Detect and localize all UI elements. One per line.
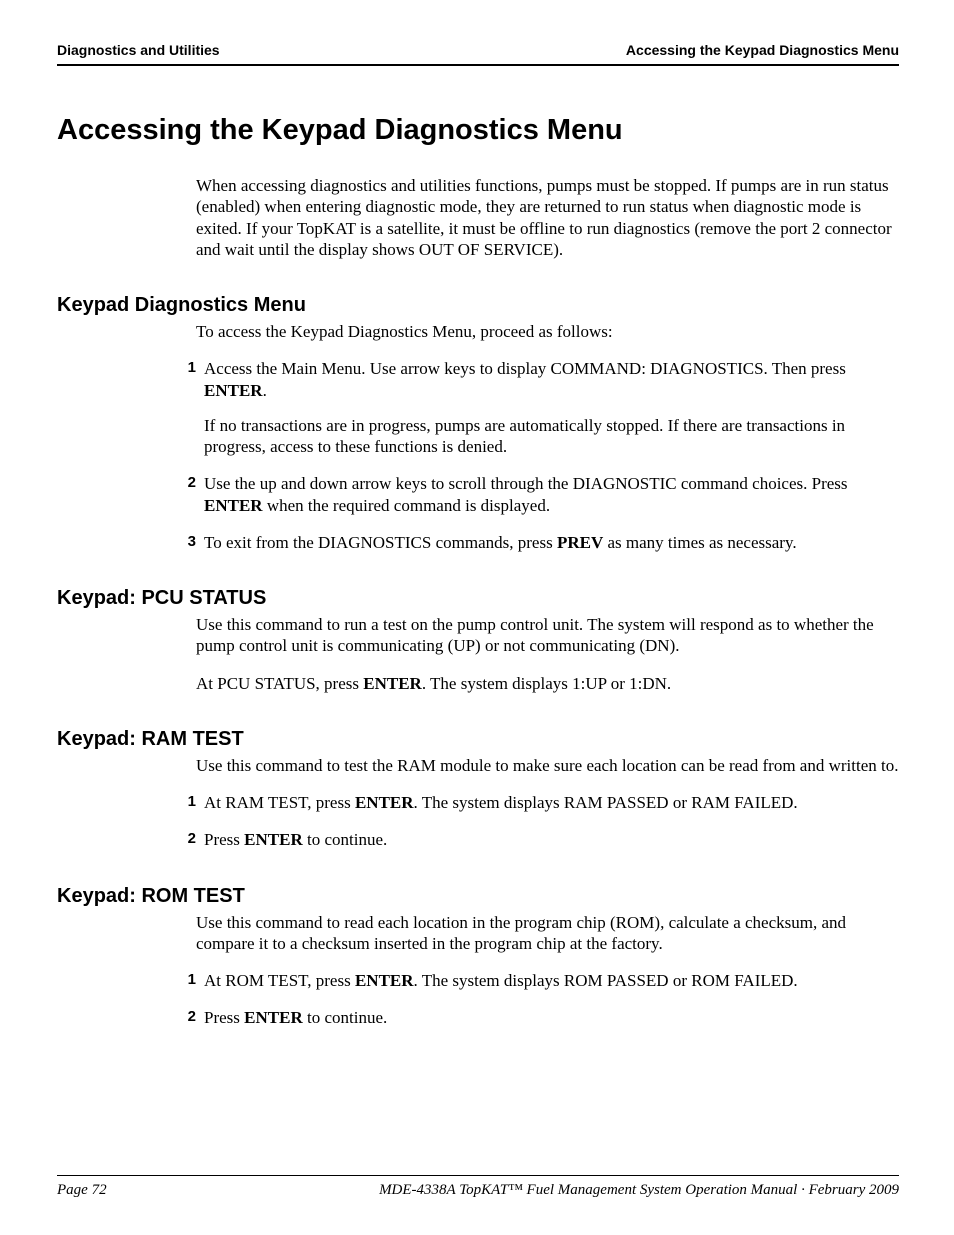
rom-lead: Use this command to read each location i…	[196, 912, 899, 955]
list-item: 1 Access the Main Menu. Use arrow keys t…	[196, 358, 899, 457]
list-item: 1 At RAM TEST, press ENTER. The system d…	[196, 792, 899, 813]
list-number: 1	[170, 792, 204, 812]
list-content: Access the Main Menu. Use arrow keys to …	[204, 358, 899, 457]
page-footer: Page 72 MDE-4338A TopKAT™ Fuel Managemen…	[57, 1175, 899, 1199]
key-enter: ENTER	[204, 496, 263, 515]
header-right: Accessing the Keypad Diagnostics Menu	[626, 42, 899, 58]
rom-block: Use this command to read each location i…	[196, 912, 899, 1029]
text: Use the up and down arrow keys to scroll…	[204, 474, 848, 493]
text: Access the Main Menu. Use arrow keys to …	[204, 359, 846, 378]
list-item: 3 To exit from the DIAGNOSTICS commands,…	[196, 532, 899, 553]
text: . The system displays RAM PASSED or RAM …	[414, 793, 798, 812]
key-enter: ENTER	[363, 674, 422, 693]
kdm-lead: To access the Keypad Diagnostics Menu, p…	[196, 321, 899, 342]
list-content: Press ENTER to continue.	[204, 1007, 899, 1028]
kdm-block: To access the Keypad Diagnostics Menu, p…	[196, 321, 899, 553]
pcu-p2: At PCU STATUS, press ENTER. The system d…	[196, 673, 899, 694]
text: to continue.	[303, 1008, 388, 1027]
intro-block: When accessing diagnostics and utilities…	[196, 175, 899, 260]
key-prev: PREV	[557, 533, 603, 552]
list-number: 2	[170, 829, 204, 849]
text: At RAM TEST, press	[204, 793, 355, 812]
text: when the required command is displayed.	[263, 496, 551, 515]
key-enter: ENTER	[355, 971, 414, 990]
list-content: At ROM TEST, press ENTER. The system dis…	[204, 970, 899, 991]
list-item: 2 Press ENTER to continue.	[196, 1007, 899, 1028]
footer-page-number: Page 72	[57, 1182, 107, 1199]
heading-kdm: Keypad Diagnostics Menu	[57, 294, 899, 317]
ram-lead: Use this command to test the RAM module …	[196, 755, 899, 776]
intro-paragraph: When accessing diagnostics and utilities…	[196, 175, 899, 260]
heading-pcu: Keypad: PCU STATUS	[57, 587, 899, 610]
list-item: 1 At ROM TEST, press ENTER. The system d…	[196, 970, 899, 991]
text: At PCU STATUS, press	[196, 674, 363, 693]
key-enter: ENTER	[244, 1008, 303, 1027]
list-number: 1	[170, 970, 204, 990]
text: . The system displays ROM PASSED or ROM …	[414, 971, 798, 990]
list-item: 2 Press ENTER to continue.	[196, 829, 899, 850]
text: as many times as necessary.	[603, 533, 796, 552]
text: Press	[204, 1008, 244, 1027]
key-enter: ENTER	[355, 793, 414, 812]
list-number: 1	[170, 358, 204, 378]
list-content: At RAM TEST, press ENTER. The system dis…	[204, 792, 899, 813]
text: At ROM TEST, press	[204, 971, 355, 990]
header-left: Diagnostics and Utilities	[57, 42, 220, 58]
page: Diagnostics and Utilities Accessing the …	[0, 0, 954, 1235]
text: to continue.	[303, 830, 388, 849]
text: To exit from the DIAGNOSTICS commands, p…	[204, 533, 557, 552]
pcu-block: Use this command to run a test on the pu…	[196, 614, 899, 694]
list-content: Use the up and down arrow keys to scroll…	[204, 473, 899, 516]
key-enter: ENTER	[204, 381, 263, 400]
key-enter: ENTER	[244, 830, 303, 849]
heading-ram: Keypad: RAM TEST	[57, 728, 899, 751]
list-item: 2 Use the up and down arrow keys to scro…	[196, 473, 899, 516]
pcu-p1: Use this command to run a test on the pu…	[196, 614, 899, 657]
list-number: 2	[170, 473, 204, 493]
text: Press	[204, 830, 244, 849]
list-content: To exit from the DIAGNOSTICS commands, p…	[204, 532, 899, 553]
page-title: Accessing the Keypad Diagnostics Menu	[57, 114, 899, 147]
heading-rom: Keypad: ROM TEST	[57, 885, 899, 908]
text: .	[263, 381, 267, 400]
list-number: 3	[170, 532, 204, 552]
list-content: Press ENTER to continue.	[204, 829, 899, 850]
running-header: Diagnostics and Utilities Accessing the …	[57, 42, 899, 66]
footer-doc-title: MDE-4338A TopKAT™ Fuel Management System…	[379, 1182, 899, 1199]
list-number: 2	[170, 1007, 204, 1027]
text: . The system displays 1:UP or 1:DN.	[422, 674, 671, 693]
ram-block: Use this command to test the RAM module …	[196, 755, 899, 851]
list-extra-paragraph: If no transactions are in progress, pump…	[204, 415, 899, 458]
